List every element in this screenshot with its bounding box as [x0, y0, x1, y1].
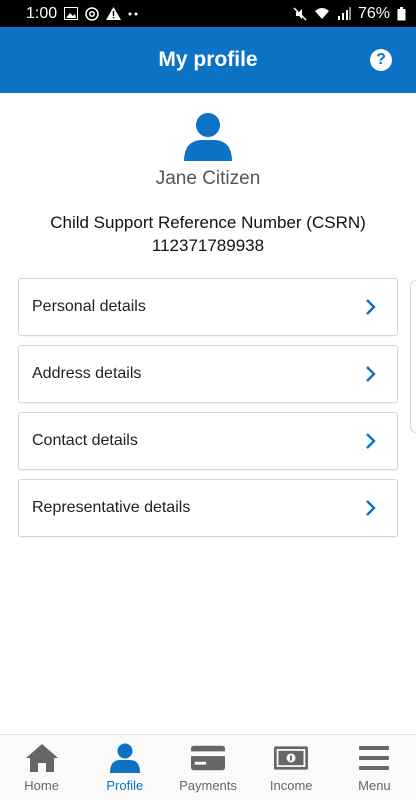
chevron-right-icon — [366, 366, 376, 382]
status-time: 1:00 — [26, 4, 58, 22]
profile-menu-list: Personal details Address details Contact… — [18, 278, 398, 546]
user-avatar-icon — [184, 113, 232, 161]
payments-icon — [191, 742, 225, 774]
wifi-icon — [314, 7, 330, 20]
more-notifications-icon — [128, 12, 140, 16]
at-icon — [85, 6, 99, 21]
contact-details-label: Contact details — [32, 432, 138, 449]
home-icon — [25, 742, 59, 774]
representative-details-label: Representative details — [32, 499, 191, 516]
page-title: My profile — [158, 48, 258, 71]
address-details-item[interactable]: Address details — [18, 345, 398, 403]
income-icon — [274, 742, 309, 774]
address-details-label: Address details — [32, 365, 142, 382]
nav-menu-label: Menu — [358, 778, 391, 793]
chevron-right-icon — [366, 299, 376, 315]
nav-payments[interactable]: Payments — [166, 735, 249, 800]
user-name: Jane Citizen — [155, 168, 261, 189]
nav-profile[interactable]: Profile — [83, 735, 166, 800]
mute-icon — [293, 6, 307, 21]
battery-percent: 76% — [357, 4, 390, 22]
nav-home-label: Home — [24, 778, 59, 793]
profile-icon — [108, 742, 142, 774]
csrn-value: 112371789938 — [151, 236, 265, 255]
nav-home[interactable]: Home — [0, 735, 83, 800]
representative-details-item[interactable]: Representative details — [18, 479, 398, 537]
csrn-label: Child Support Reference Number (CSRN) — [50, 213, 366, 232]
signal-icon — [337, 7, 351, 20]
nav-income-label: Income — [269, 778, 313, 793]
nav-income[interactable]: Income — [250, 735, 333, 800]
nav-payments-label: Payments — [179, 778, 237, 793]
chevron-right-icon — [366, 500, 376, 516]
help-icon[interactable]: ? — [370, 49, 392, 71]
warning-icon — [106, 7, 122, 20]
contact-details-item[interactable]: Contact details — [18, 412, 398, 470]
status-bar: 1:00 76% — [0, 0, 416, 27]
app-bar: My profile ? — [0, 27, 416, 93]
status-bar-left: 1:00 — [26, 5, 140, 23]
nav-menu[interactable]: Menu — [333, 735, 416, 800]
gallery-icon — [64, 7, 79, 20]
menu-icon — [357, 742, 391, 774]
bottom-navigation: Home Profile Payments Income Menu — [0, 734, 416, 800]
nav-profile-label: Profile — [106, 778, 144, 793]
chevron-right-icon — [366, 433, 376, 449]
status-bar-right: 76% — [293, 5, 406, 23]
personal-details-item[interactable]: Personal details — [18, 278, 398, 336]
battery-icon — [397, 6, 406, 21]
personal-details-label: Personal details — [32, 298, 146, 315]
offscreen-panel-edge — [410, 280, 416, 433]
